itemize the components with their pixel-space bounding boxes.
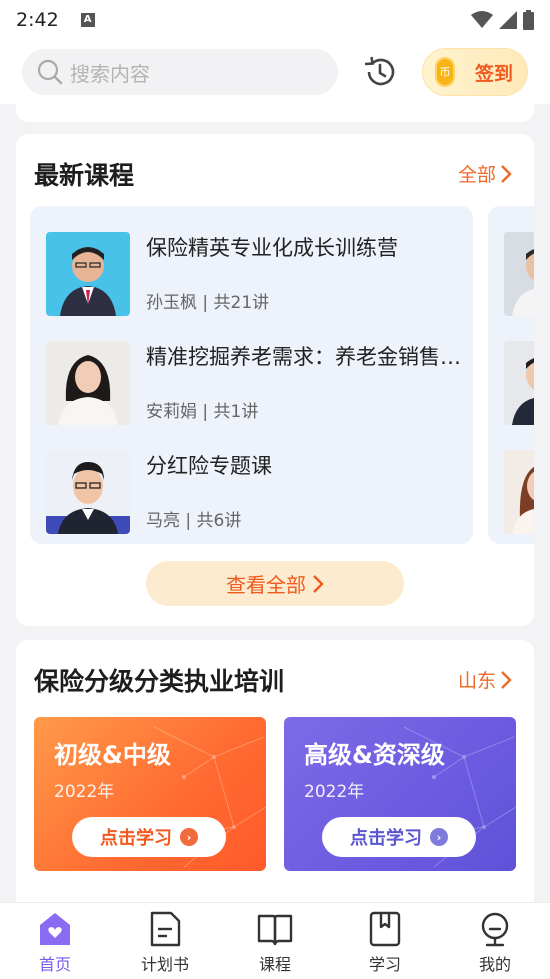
chevron-right-icon	[501, 164, 512, 183]
course-item[interactable]: 精准挖掘养老需求：养老金销售实战 安莉娟 | 共1讲	[46, 341, 466, 427]
document-icon	[147, 911, 183, 947]
nav-label: 学习	[368, 955, 401, 974]
view-all-label: 查看全部	[226, 573, 306, 597]
course-thumbnail	[46, 232, 130, 316]
nav-label: 首页	[38, 955, 71, 974]
course-thumbnail	[504, 450, 534, 534]
search-placeholder: 搜索内容	[70, 61, 150, 86]
bottom-nav: 首页 计划书 课程 学习 我的	[0, 902, 550, 979]
search-input[interactable]: 搜索内容	[22, 49, 338, 95]
chevron-right-icon	[313, 574, 324, 593]
latest-courses-card: 最新课程 全部 保险精英专业化成长训练营 孙玉枫 | 共21讲 精准挖掘养老需求…	[16, 134, 534, 626]
status-icons	[471, 10, 534, 30]
bookmark-icon	[367, 911, 403, 947]
checkin-label: 签到	[475, 62, 514, 85]
nav-label: 计划书	[140, 955, 189, 974]
level-card-senior[interactable]: 高级&资深级 2022年 点击学习 ›	[284, 717, 516, 871]
course-item[interactable]: 分红险专题课 马亮 | 共6讲	[46, 450, 466, 536]
nav-study[interactable]: 学习	[330, 903, 440, 979]
start-learning-button[interactable]: 点击学习 ›	[72, 817, 226, 857]
header: 搜索内容 币 签到	[0, 40, 550, 104]
region-label: 山东	[457, 670, 496, 692]
notification-badge-icon: A	[80, 13, 95, 27]
status-time: 2:42	[16, 9, 59, 31]
history-icon	[364, 56, 395, 86]
wifi-icon	[471, 11, 493, 28]
course-meta: 孙玉枫 | 共21讲	[146, 293, 270, 313]
course-title: 保险精英专业化成长训练营	[146, 236, 398, 260]
level-title: 初级&中级	[54, 741, 171, 769]
chevron-right-icon	[501, 670, 512, 689]
next-course-panel[interactable]	[488, 206, 534, 544]
latest-courses-title: 最新课程	[34, 161, 135, 190]
course-thumbnail	[46, 450, 130, 534]
view-all-button[interactable]: 查看全部	[146, 561, 404, 606]
button-label: 点击学习	[100, 828, 172, 849]
level-year: 2022年	[304, 782, 365, 802]
search-icon	[37, 59, 63, 85]
course-thumbnail	[46, 341, 130, 425]
battery-icon	[523, 10, 534, 30]
latest-courses-more-link[interactable]: 全部	[458, 160, 512, 187]
course-item[interactable]: 保险精英专业化成长训练营 孙玉枫 | 共21讲	[46, 232, 466, 318]
checkin-button[interactable]: 币 签到	[422, 48, 528, 96]
nav-plan[interactable]: 计划书	[110, 903, 220, 979]
level-year: 2022年	[54, 782, 115, 802]
nav-home[interactable]: 首页	[0, 903, 110, 979]
nav-label: 课程	[258, 955, 291, 974]
course-meta: 马亮 | 共6讲	[146, 511, 242, 531]
course-thumbnail	[504, 341, 534, 425]
arrow-circle-icon: ›	[180, 828, 198, 846]
course-title: 分红险专题课	[146, 454, 272, 478]
course-title: 精准挖掘养老需求：养老金销售实战	[146, 345, 464, 369]
history-button[interactable]	[360, 52, 400, 92]
coin-icon: 币	[435, 57, 455, 87]
button-label: 点击学习	[350, 828, 422, 849]
arrow-circle-icon: ›	[430, 828, 448, 846]
more-label: 全部	[457, 164, 496, 186]
profile-icon	[477, 911, 513, 947]
previous-card-bottom	[16, 104, 534, 122]
home-icon	[37, 911, 73, 947]
course-thumbnail	[504, 232, 534, 316]
region-selector[interactable]: 山东	[458, 666, 512, 693]
course-list-panel: 保险精英专业化成长训练营 孙玉枫 | 共21讲 精准挖掘养老需求：养老金销售实战…	[30, 206, 473, 544]
level-title: 高级&资深级	[304, 741, 445, 769]
level-card-junior[interactable]: 初级&中级 2022年 点击学习 ›	[34, 717, 266, 871]
nav-label: 我的	[478, 955, 511, 974]
course-meta: 安莉娟 | 共1讲	[146, 402, 259, 422]
signal-icon	[499, 11, 517, 29]
nav-profile[interactable]: 我的	[440, 903, 550, 979]
start-learning-button[interactable]: 点击学习 ›	[322, 817, 476, 857]
training-card: 保险分级分类执业培训 山东 初级&中级 2022年 点击学习 › 高级&资深级 …	[16, 640, 534, 902]
status-bar: 2:42 A	[0, 0, 550, 40]
book-icon	[257, 911, 293, 947]
nav-courses[interactable]: 课程	[220, 903, 330, 979]
training-title: 保险分级分类执业培训	[34, 667, 285, 696]
